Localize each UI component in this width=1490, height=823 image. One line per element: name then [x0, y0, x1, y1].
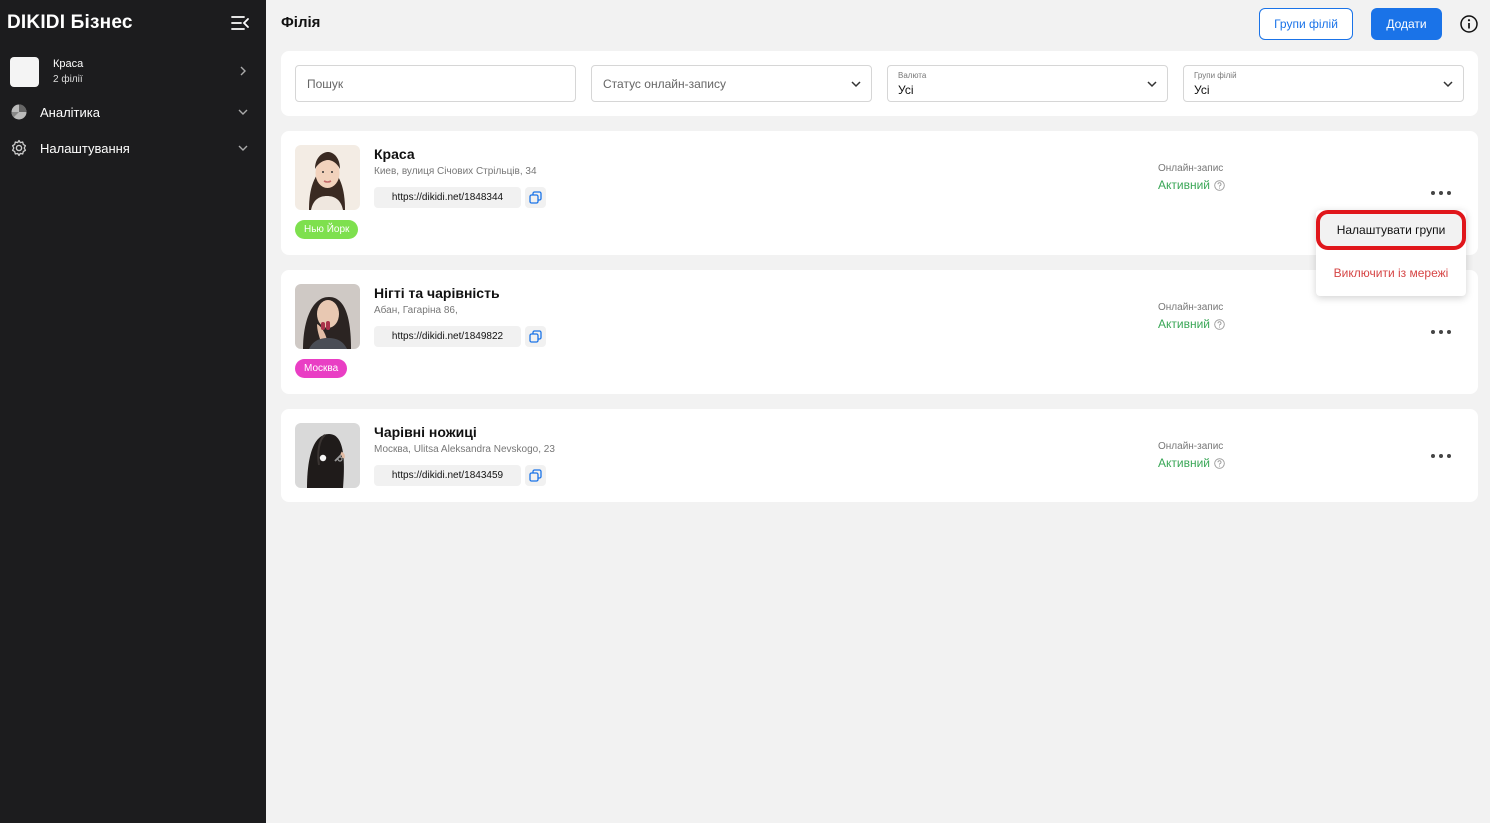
branch-card: Нігті та чарівність Абан, Гагаріна 86, h…	[281, 270, 1478, 394]
online-status-select[interactable]: Статус онлайн-запису	[591, 65, 872, 102]
online-booking-label: Онлайн-запис	[1158, 302, 1224, 313]
more-options-icon[interactable]	[1431, 325, 1451, 339]
chevron-down-icon	[1443, 81, 1453, 88]
online-booking-label: Онлайн-запис	[1158, 441, 1224, 452]
currency-value: Усі	[898, 83, 914, 97]
chevron-right-icon	[240, 66, 246, 76]
branch-photo	[295, 423, 360, 488]
group-tag: Москва	[295, 359, 348, 378]
branch-photo	[295, 145, 360, 210]
account-avatar	[10, 57, 39, 87]
online-booking-status: Активний	[1158, 178, 1225, 192]
copy-link-button[interactable]	[525, 187, 546, 208]
branch-photo	[295, 284, 360, 349]
status-placeholder: Статус онлайн-запису	[603, 77, 726, 91]
collapse-menu-icon[interactable]	[230, 14, 250, 32]
copy-link-button[interactable]	[525, 326, 546, 347]
exclude-from-network-menu-item[interactable]: Виключити із мережі	[1316, 260, 1466, 286]
branch-context-menu: Налаштувати групи Виключити із мережі	[1316, 210, 1466, 296]
branch-address: Москва, Ulitsa Aleksandra Nevskogo, 23	[374, 444, 555, 455]
branch-address: Абан, Гагаріна 86,	[374, 305, 458, 316]
currency-label: Валюта	[898, 71, 927, 80]
more-options-icon[interactable]	[1431, 186, 1451, 200]
branch-link[interactable]: https://dikidi.net/1843459	[374, 465, 521, 486]
account-branch-count: 2 філії	[53, 74, 83, 85]
sidebar-item-label: Налаштування	[40, 141, 130, 156]
branch-title: Чарівні ножиці	[374, 424, 477, 440]
chevron-down-icon	[851, 81, 861, 88]
account-switcher[interactable]: Краса 2 філії	[10, 57, 256, 89]
groups-value: Усі	[1194, 83, 1210, 97]
copy-link-button[interactable]	[525, 465, 546, 486]
online-booking-status-text: Активний	[1158, 178, 1210, 192]
more-options-icon[interactable]	[1431, 449, 1451, 463]
branch-link[interactable]: https://dikidi.net/1848344	[374, 187, 521, 208]
help-icon[interactable]	[1214, 318, 1225, 330]
branch-card: Краса Киев, вулиця Січових Стрільців, 34…	[281, 131, 1478, 255]
online-booking-status-text: Активний	[1158, 456, 1210, 470]
chevron-down-icon	[238, 109, 248, 115]
online-booking-status: Активний	[1158, 317, 1225, 331]
search-input[interactable]: Пошук	[295, 65, 576, 102]
account-name: Краса	[53, 58, 84, 70]
search-placeholder: Пошук	[307, 77, 344, 91]
copy-icon	[529, 469, 542, 482]
branch-title: Краса	[374, 146, 415, 162]
branch-groups-button[interactable]: Групи філій	[1259, 8, 1353, 40]
copy-icon	[529, 330, 542, 343]
groups-label: Групи філій	[1194, 71, 1237, 80]
sidebar-item-analytics[interactable]: Аналітика	[10, 102, 256, 124]
online-booking-label: Онлайн-запис	[1158, 163, 1224, 174]
info-icon[interactable]	[1460, 15, 1478, 33]
filter-panel: Пошук Статус онлайн-запису Валюта Усі Гр…	[281, 51, 1478, 116]
copy-icon	[529, 191, 542, 204]
sidebar: DIKIDI Бізнес Краса 2 філії Аналітика На…	[0, 0, 266, 823]
sidebar-item-settings[interactable]: Налаштування	[10, 138, 256, 160]
branch-card: Чарівні ножиці Москва, Ulitsa Aleksandra…	[281, 409, 1478, 502]
branch-address: Киев, вулиця Січових Стрільців, 34	[374, 166, 537, 177]
chevron-down-icon	[1147, 81, 1157, 88]
configure-groups-menu-item[interactable]: Налаштувати групи	[1316, 210, 1466, 250]
branch-link[interactable]: https://dikidi.net/1849822	[374, 326, 521, 347]
currency-select[interactable]: Валюта Усі	[887, 65, 1168, 102]
online-booking-status-text: Активний	[1158, 317, 1210, 331]
branch-groups-select[interactable]: Групи філій Усі	[1183, 65, 1464, 102]
branch-title: Нігті та чарівність	[374, 285, 500, 301]
help-icon[interactable]	[1214, 457, 1225, 469]
add-branch-button[interactable]: Додати	[1371, 8, 1442, 40]
pie-chart-icon	[11, 104, 27, 120]
online-booking-status: Активний	[1158, 456, 1225, 470]
help-icon[interactable]	[1214, 179, 1225, 191]
sidebar-item-label: Аналітика	[40, 105, 100, 120]
chevron-down-icon	[238, 145, 248, 151]
gear-icon	[11, 139, 27, 157]
brand-logo: DIKIDI Бізнес	[7, 12, 133, 33]
page-title: Філія	[281, 14, 321, 31]
group-tag: Нью Йорк	[295, 220, 359, 239]
